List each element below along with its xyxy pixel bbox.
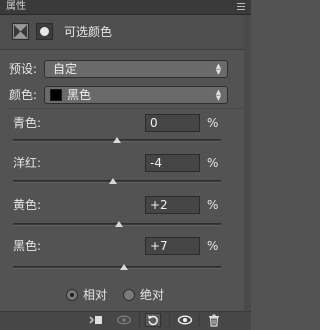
cyan-label: 青色: <box>13 116 42 130</box>
updown-arrow-icon: ▲ ▼ <box>215 62 222 76</box>
panel-title: 可选颜色 <box>64 25 113 39</box>
cyan-value: 0 <box>150 116 158 130</box>
view-previous-icon[interactable] <box>116 313 132 327</box>
yellow-value-field[interactable]: +2 <box>145 196 200 214</box>
magenta-value-field[interactable]: -4 <box>145 154 200 172</box>
divider <box>8 108 243 109</box>
adjustment-icon[interactable] <box>12 23 29 40</box>
absolute-label[interactable]: 绝对 <box>140 287 164 303</box>
mask-icon[interactable] <box>36 23 53 40</box>
absolute-radio[interactable] <box>123 289 135 301</box>
black-slider-track[interactable] <box>13 266 221 269</box>
menu-icon[interactable] <box>237 3 245 10</box>
reset-icon[interactable] <box>145 313 161 327</box>
magenta-slider-thumb[interactable] <box>108 178 117 184</box>
black-value-field[interactable]: +7 <box>145 237 200 255</box>
preset-value: 自定 <box>53 62 78 76</box>
colors-value: 黑色 <box>67 88 92 102</box>
colors-select[interactable]: 黑色 ▲ ▼ <box>44 86 228 104</box>
relative-radio[interactable] <box>66 289 78 301</box>
magenta-slider-track[interactable] <box>13 180 221 183</box>
cyan-unit: % <box>207 116 219 130</box>
colors-label: 颜色: <box>9 88 38 102</box>
separator <box>169 313 170 327</box>
cyan-value-field[interactable]: 0 <box>145 114 200 132</box>
black-label: 黑色: <box>13 239 42 253</box>
preset-label: 预设: <box>9 62 38 76</box>
color-swatch <box>50 89 62 101</box>
magenta-value: -4 <box>150 156 162 170</box>
yellow-unit: % <box>207 198 219 212</box>
separator <box>139 313 140 327</box>
magenta-label: 洋红: <box>13 156 42 170</box>
visibility-eye-icon[interactable] <box>177 313 193 327</box>
magenta-unit: % <box>207 156 219 170</box>
trash-icon[interactable] <box>206 313 222 327</box>
yellow-label: 黄色: <box>13 198 42 212</box>
panel-tab-title[interactable]: 属性 <box>6 0 26 14</box>
separator <box>199 313 200 327</box>
updown-arrow-icon: ▲ ▼ <box>215 88 222 102</box>
panel-tab-bar: 属性 <box>0 0 251 15</box>
black-slider-thumb[interactable] <box>120 264 129 270</box>
black-value: +7 <box>150 239 168 253</box>
black-unit: % <box>207 239 219 253</box>
scrollbar[interactable] <box>244 15 251 311</box>
cyan-slider-thumb[interactable] <box>113 137 121 143</box>
preset-select[interactable]: 自定 ▲ ▼ <box>44 60 228 78</box>
clip-to-layer-icon[interactable] <box>88 313 104 327</box>
relative-label[interactable]: 相对 <box>83 287 107 303</box>
yellow-value: +2 <box>150 198 168 212</box>
yellow-slider-thumb[interactable] <box>115 221 124 227</box>
